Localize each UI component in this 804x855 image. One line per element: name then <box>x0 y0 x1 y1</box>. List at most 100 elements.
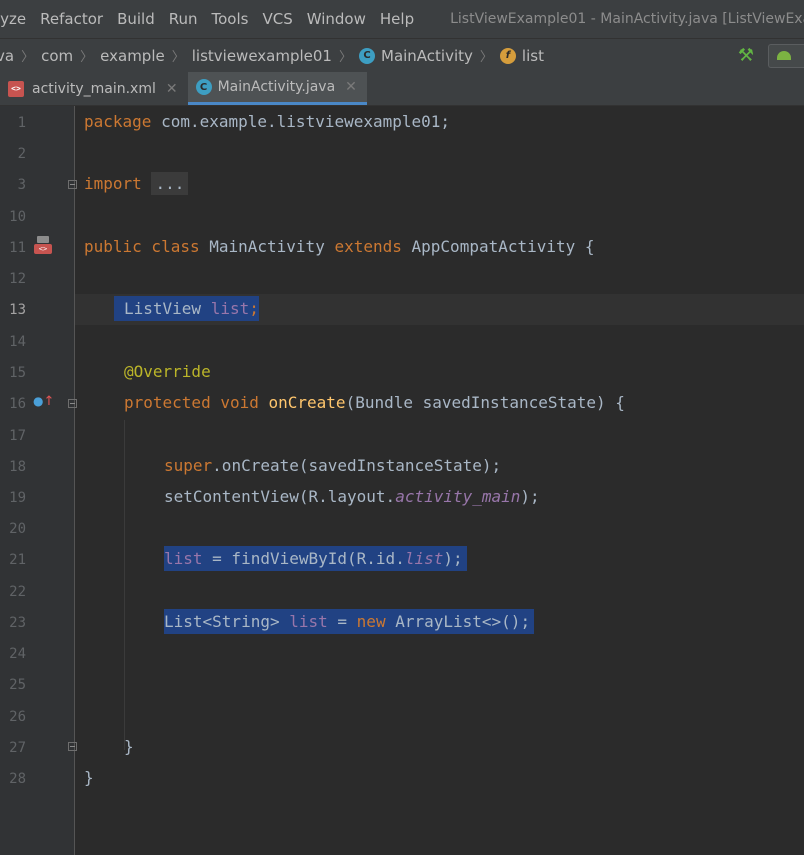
code-token: } <box>124 737 134 756</box>
code-token: ); <box>520 487 540 506</box>
code-token: } <box>84 768 94 787</box>
code-line-1[interactable]: package com.example.listviewexample01; <box>84 112 450 131</box>
menu-tools[interactable]: Tools <box>212 10 249 28</box>
code-token: MainActivity <box>199 237 335 256</box>
menu-run[interactable]: Run <box>169 10 198 28</box>
menu-build[interactable]: Build <box>117 10 155 28</box>
line-number: 18 <box>9 459 26 475</box>
line-number: 21 <box>9 552 26 568</box>
hammer-icon[interactable]: ⚒ <box>738 45 754 66</box>
field-icon: f <box>499 47 516 64</box>
code-token: list <box>164 549 203 568</box>
menu-refactor[interactable]: Refactor <box>40 10 103 28</box>
android-icon <box>777 51 791 60</box>
line-number: 13 <box>9 302 26 318</box>
code-line-19[interactable]: setContentView(R.layout.activity_main); <box>164 487 540 506</box>
chevron-right-icon: 〉 <box>171 50 185 65</box>
line-number: 25 <box>9 677 26 693</box>
code-token: activity_main <box>395 487 521 506</box>
code-token: public class <box>84 237 200 256</box>
class-icon: C <box>359 47 375 64</box>
menu-vcs[interactable]: VCS <box>262 10 292 28</box>
code-token: = findViewById(R.id. <box>202 549 405 568</box>
code-token: import <box>84 174 142 193</box>
code-token: extends <box>334 237 402 256</box>
code-token: = <box>327 612 357 631</box>
breadcrumb-field[interactable]: f list <box>499 46 544 65</box>
line-number: 3 <box>17 177 26 193</box>
code-token: onCreate <box>268 393 346 412</box>
code-token: @Override <box>124 362 211 381</box>
code-token: list <box>210 299 250 318</box>
line-number: 24 <box>9 646 26 662</box>
line-number: 23 <box>9 615 26 631</box>
chevron-right-icon: 〉 <box>80 50 94 65</box>
fold-icon[interactable] <box>68 742 77 751</box>
tab-activity-main-xml[interactable]: <> activity_main.xml ✕ <box>0 72 188 105</box>
line-number: 10 <box>9 209 26 225</box>
breadcrumb-field-label: list <box>521 46 544 65</box>
code-line-11[interactable]: public class MainActivity extends AppCom… <box>84 237 595 256</box>
line-number: 2 <box>17 146 26 162</box>
code-line-13[interactable]: ListView list; <box>114 296 259 321</box>
code-token: list <box>404 549 444 568</box>
line-number: 1 <box>17 115 26 131</box>
selection: list = findViewById(R.id.list); <box>164 546 467 571</box>
line-number: 19 <box>9 490 26 506</box>
folded-imports[interactable]: ... <box>151 172 189 195</box>
chevron-right-icon: 〉 <box>479 50 493 65</box>
code-token: list <box>289 612 328 631</box>
code-token: .onCreate(savedInstanceState); <box>212 456 502 475</box>
code-token: ); <box>443 549 463 568</box>
fold-icon[interactable] <box>68 399 77 408</box>
menu-analyze[interactable]: lyze <box>0 10 26 28</box>
menu-bar: lyze Refactor Build Run Tools VCS Window… <box>0 0 804 38</box>
implemented-class-icon[interactable]: <> <box>34 236 52 254</box>
code-token: (Bundle savedInstanceState) { <box>345 393 625 412</box>
code-line-21[interactable]: list = findViewById(R.id.list); <box>164 546 467 571</box>
breadcrumb-package[interactable]: listviewexample01 <box>192 47 332 65</box>
code-line-28[interactable]: } <box>84 768 94 787</box>
line-number: 27 <box>9 740 26 756</box>
toolbar-right: ⚒ <box>738 39 804 72</box>
fold-icon[interactable] <box>68 180 77 189</box>
tab-mainactivity-java[interactable]: C MainActivity.java ✕ <box>187 72 367 105</box>
line-number: 14 <box>9 334 26 350</box>
close-icon[interactable]: ✕ <box>345 79 357 95</box>
code-token: com.example.listviewexample01; <box>151 112 451 131</box>
code-line-23[interactable]: List<String> list = new ArrayList<>(); <box>164 609 535 634</box>
code-line-18[interactable]: super.onCreate(savedInstanceState); <box>164 456 501 475</box>
chevron-right-icon: 〉 <box>21 50 35 65</box>
line-number: 20 <box>9 521 26 537</box>
breadcrumb-java[interactable]: va <box>0 47 14 65</box>
selection: ListView list; <box>114 296 259 321</box>
editor-tabs: <> activity_main.xml ✕ C MainActivity.ja… <box>0 72 804 106</box>
run-configuration-selector[interactable] <box>768 43 804 68</box>
line-number: 16 <box>9 396 26 412</box>
code-token: protected void <box>124 393 259 412</box>
code-line-3[interactable]: import ... <box>84 172 189 195</box>
close-icon[interactable]: ✕ <box>166 81 178 97</box>
line-number: 11 <box>9 240 26 256</box>
code-line-15[interactable]: @Override <box>124 362 211 381</box>
code-token: super <box>164 456 213 475</box>
line-number: 12 <box>9 271 26 287</box>
code-editor[interactable]: 1 2 3 10 11 12 13 14 15 16 17 18 19 20 2… <box>0 106 804 855</box>
line-number: 15 <box>9 365 26 381</box>
breadcrumb-example[interactable]: example <box>100 47 165 65</box>
breadcrumb-class[interactable]: C MainActivity <box>359 47 473 65</box>
code-token: ArrayList<>(); <box>385 612 531 631</box>
tab-label: activity_main.xml <box>32 80 156 97</box>
code-token: ; <box>249 299 259 318</box>
line-number: 17 <box>9 428 26 444</box>
code-token: package <box>84 112 152 131</box>
code-line-27[interactable]: } <box>124 737 134 756</box>
override-method-icon[interactable]: ●↑ <box>33 394 54 409</box>
code-token: new <box>356 612 386 631</box>
class-icon: C <box>195 79 212 95</box>
code-line-16[interactable]: protected void onCreate(Bundle savedInst… <box>124 393 625 412</box>
breadcrumb-com[interactable]: com <box>41 47 73 65</box>
menu-window[interactable]: Window <box>307 10 366 28</box>
selection: List<String> list = new ArrayList<>(); <box>164 609 535 634</box>
menu-help[interactable]: Help <box>380 10 414 28</box>
